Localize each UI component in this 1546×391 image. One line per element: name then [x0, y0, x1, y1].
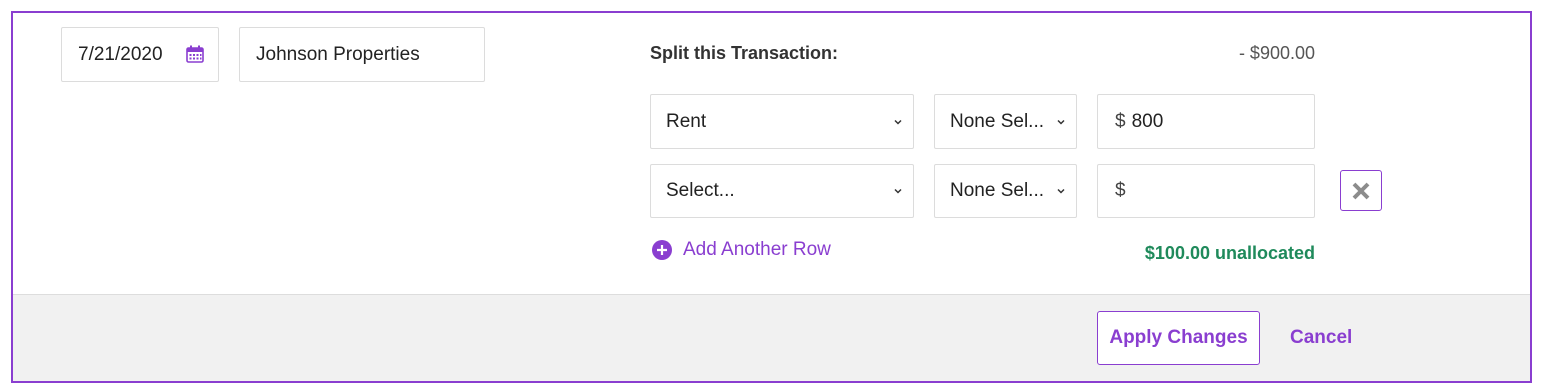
class-value: None Sel... — [950, 180, 1044, 201]
amount-value: 800 — [1131, 110, 1164, 132]
class-select-row-1[interactable]: None Sel... — [934, 94, 1077, 149]
currency-symbol: $ — [1115, 110, 1126, 132]
action-footer: Apply Changes Cancel — [13, 294, 1530, 381]
cancel-button[interactable]: Cancel — [1290, 327, 1352, 349]
split-transaction-panel: 7/21/2020 Johnson Properties Split this … — [11, 11, 1532, 383]
split-title: Split this Transaction: — [650, 43, 839, 63]
split-total: - $900.00 — [1238, 43, 1315, 63]
chevron-down-icon — [894, 188, 902, 194]
category-value: Select... — [666, 180, 735, 201]
amount-input-row-1[interactable]: $ 800 — [1097, 94, 1315, 149]
add-row-label: Add Another Row — [683, 239, 831, 260]
currency-symbol: $ — [1115, 180, 1126, 201]
chevron-down-icon — [894, 119, 902, 125]
remove-icon — [1352, 182, 1370, 199]
unallocated-amount: $100.00 unallocated — [1144, 243, 1315, 263]
payee-field[interactable]: Johnson Properties — [239, 27, 485, 82]
category-select-row-2[interactable]: Select... — [650, 164, 914, 218]
category-value: Rent — [666, 110, 707, 132]
chevron-down-icon — [1057, 119, 1065, 125]
date-field[interactable]: 7/21/2020 — [61, 27, 219, 82]
add-circle-icon — [652, 240, 672, 260]
add-row-button[interactable]: Add Another Row — [651, 239, 831, 261]
category-select-row-1[interactable]: Rent — [650, 94, 914, 149]
chevron-down-icon — [1057, 188, 1065, 194]
class-select-row-2[interactable]: None Sel... — [934, 164, 1077, 218]
class-value: None Sel... — [950, 110, 1044, 132]
remove-row-button[interactable] — [1340, 170, 1382, 211]
amount-input-row-2[interactable]: $ — [1097, 164, 1315, 218]
date-value: 7/21/2020 — [78, 43, 163, 65]
calendar-icon[interactable] — [185, 44, 205, 64]
payee-value: Johnson Properties — [256, 43, 420, 65]
apply-changes-button[interactable]: Apply Changes — [1097, 311, 1260, 365]
